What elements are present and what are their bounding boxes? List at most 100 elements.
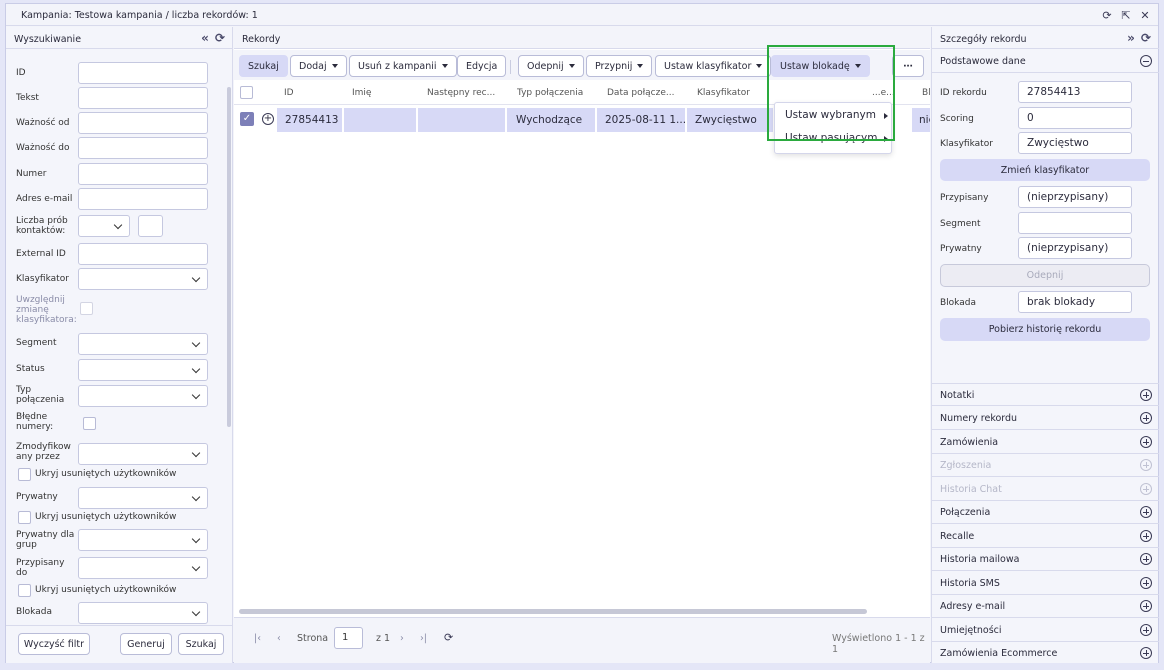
- page-input[interactable]: 1: [334, 627, 363, 649]
- first-page-icon[interactable]: |‹: [254, 633, 261, 644]
- tekst-input[interactable]: [78, 87, 208, 109]
- refresh-icon[interactable]: ⟳: [215, 31, 225, 45]
- scoring-field[interactable]: 0: [1018, 107, 1132, 129]
- column-header-id[interactable]: ID: [284, 88, 294, 98]
- section-zamowienia-ecommerce[interactable]: Zamówienia Ecommerce: [932, 642, 1159, 665]
- column-header-nastepny[interactable]: Następny rec...: [427, 88, 499, 98]
- ustaw-klasyfikator-button[interactable]: Ustaw klasyfikator: [655, 55, 772, 77]
- section-podstawowe-dane[interactable]: Podstawowe dane: [932, 50, 1159, 73]
- odepnij-button[interactable]: Odepnij: [518, 55, 584, 77]
- next-page-icon[interactable]: ›: [400, 633, 404, 644]
- expand-section-icon[interactable]: [1140, 600, 1152, 612]
- refresh-icon[interactable]: ⟳: [1141, 31, 1151, 45]
- cell-typ: Wychodzące: [507, 108, 595, 132]
- section-label: Historia SMS: [940, 578, 1000, 589]
- liczba-prob-input[interactable]: [138, 215, 163, 237]
- usun-button[interactable]: Usuń z kampanii: [349, 55, 457, 77]
- edycja-button[interactable]: Edycja: [457, 55, 507, 77]
- liczba-prob-operator-select[interactable]: [78, 215, 130, 237]
- caret-down-icon: [756, 64, 763, 68]
- open-external-icon[interactable]: ⇱: [1119, 8, 1133, 22]
- uwzglednij-checkbox[interactable]: [80, 302, 93, 315]
- expand-section-icon[interactable]: [1140, 577, 1152, 589]
- email-input[interactable]: [78, 188, 208, 210]
- section-umiejetnosci[interactable]: Umiejętności: [932, 619, 1159, 642]
- klasyfikator-field[interactable]: Zwycięstwo: [1018, 132, 1132, 154]
- prev-page-icon[interactable]: ‹: [277, 633, 281, 644]
- przypnij-button[interactable]: Przypnij: [586, 55, 653, 77]
- ukryj-checkbox-3[interactable]: [18, 584, 31, 597]
- column-header-data[interactable]: Data połącze...: [607, 88, 679, 98]
- section-zamowienia[interactable]: Zamówienia: [932, 431, 1159, 454]
- clear-filter-button[interactable]: Wyczyść filtr: [18, 633, 90, 655]
- expand-section-icon[interactable]: [1140, 389, 1152, 401]
- id-rekordu-field[interactable]: 27854413: [1018, 81, 1132, 103]
- row-checkbox-checked[interactable]: ✓: [240, 112, 254, 126]
- column-header-blokada[interactable]: Bl: [922, 88, 931, 98]
- pobierz-historie-button[interactable]: Pobierz historię rekordu: [940, 318, 1150, 341]
- expand-section-icon[interactable]: [1140, 530, 1152, 542]
- zmodyfikowany-select[interactable]: [78, 443, 208, 465]
- odepnij-button[interactable]: Odepnij: [940, 264, 1150, 287]
- external-id-input[interactable]: [78, 243, 208, 265]
- blokada-field[interactable]: brak blokady: [1018, 291, 1132, 313]
- typ-polaczenia-label: Typ połączenia: [16, 385, 65, 405]
- expand-section-icon[interactable]: [1140, 624, 1152, 636]
- expand-section-icon[interactable]: [1140, 436, 1152, 448]
- dodaj-button[interactable]: Dodaj: [290, 55, 347, 77]
- last-page-icon[interactable]: ›|: [420, 633, 427, 644]
- section-notatki[interactable]: Notatki: [932, 383, 1159, 406]
- cell-data: 2025-08-11 1...: [597, 108, 685, 132]
- szukaj-button[interactable]: Szukaj: [239, 55, 288, 77]
- numer-input[interactable]: [78, 163, 208, 185]
- ukryj-checkbox-2[interactable]: [18, 511, 31, 524]
- blokada-select[interactable]: [78, 602, 208, 624]
- generate-button[interactable]: Generuj: [120, 633, 172, 655]
- segment-field[interactable]: [1018, 212, 1132, 234]
- pagination-bar: |‹ ‹ Strona 1 z 1 › ›| ⟳ Wyświetlono 1 -…: [234, 617, 930, 663]
- expand-section-icon[interactable]: [1140, 553, 1152, 565]
- section-recalle[interactable]: Recalle: [932, 525, 1159, 548]
- main-window: Kampania: Testowa kampania / liczba reko…: [5, 3, 1159, 663]
- refresh-icon[interactable]: ⟳: [444, 631, 453, 644]
- search-button[interactable]: Szukaj: [178, 633, 224, 655]
- more-button[interactable]: ⋯: [892, 55, 924, 77]
- select-all-checkbox[interactable]: [240, 86, 253, 99]
- section-numery-rekordu[interactable]: Numery rekordu: [932, 407, 1159, 430]
- prywatny-grup-select[interactable]: [78, 529, 208, 551]
- collapse-right-icon[interactable]: »: [1127, 31, 1135, 45]
- zmien-klasyfikator-button[interactable]: Zmień klasyfikator: [940, 159, 1150, 181]
- column-header-imie[interactable]: Imię: [352, 88, 371, 98]
- prywatny-field[interactable]: (nieprzypisany): [1018, 237, 1132, 259]
- column-header-klasyfikator[interactable]: Klasyfikator: [697, 88, 750, 98]
- segment-select[interactable]: [78, 333, 208, 355]
- section-adresy-email[interactable]: Adresy e-mail: [932, 595, 1159, 618]
- collapse-left-icon[interactable]: «: [201, 31, 209, 45]
- expand-section-icon[interactable]: [1140, 647, 1152, 659]
- prywatny-select[interactable]: [78, 487, 208, 509]
- collapse-section-icon[interactable]: [1140, 55, 1152, 67]
- expand-section-icon[interactable]: [1140, 412, 1152, 424]
- section-polaczenia[interactable]: Połączenia: [932, 501, 1159, 524]
- id-input[interactable]: [78, 62, 208, 84]
- column-header-typ[interactable]: Typ połączenia: [517, 88, 583, 98]
- przypisany-do-select[interactable]: [78, 557, 208, 579]
- search-panel-scrollbar[interactable]: [227, 87, 231, 427]
- section-historia-mailowa[interactable]: Historia mailowa: [932, 548, 1159, 571]
- section-historia-sms[interactable]: Historia SMS: [932, 572, 1159, 595]
- cell-nastepny: [418, 108, 505, 132]
- przypisany-field[interactable]: (nieprzypisany): [1018, 186, 1132, 208]
- expand-row-icon[interactable]: +: [262, 113, 274, 125]
- refresh-icon[interactable]: ⟳: [1100, 8, 1114, 22]
- close-icon[interactable]: ✕: [1138, 8, 1152, 22]
- status-label: Status: [16, 364, 45, 374]
- table-horizontal-scrollbar[interactable]: [239, 609, 867, 614]
- klasyfikator-select[interactable]: [78, 268, 208, 290]
- ukryj-checkbox-1[interactable]: [18, 468, 31, 481]
- bledne-numery-checkbox[interactable]: [83, 417, 96, 430]
- expand-section-icon[interactable]: [1140, 506, 1152, 518]
- typ-polaczenia-select[interactable]: [78, 385, 208, 407]
- waznosc-do-input[interactable]: [78, 137, 208, 159]
- waznosc-od-input[interactable]: [78, 112, 208, 134]
- status-select[interactable]: [78, 359, 208, 381]
